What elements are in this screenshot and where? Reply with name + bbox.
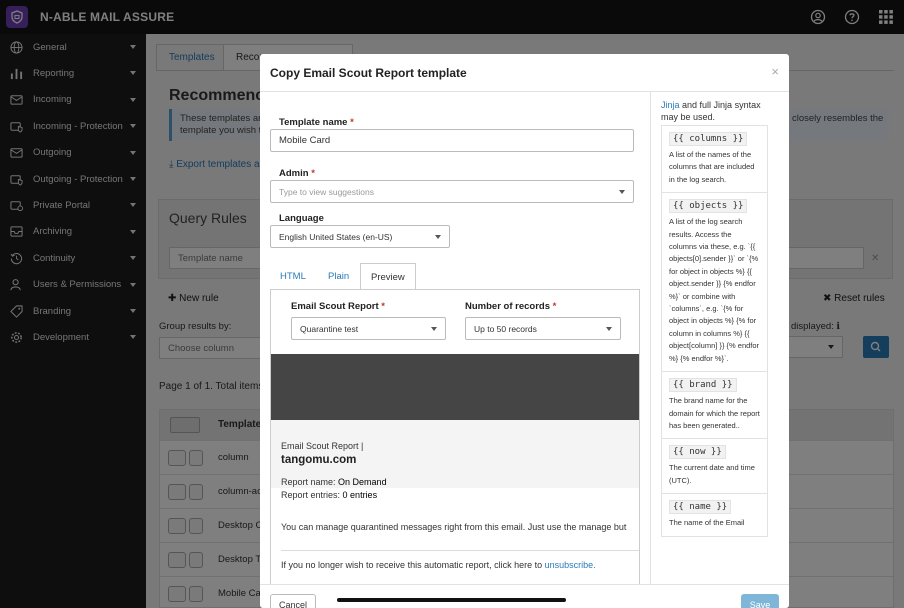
template-name-label: Template name * [279,117,354,128]
help-code: {{ columns }} [669,132,748,146]
format-tabs: HTML Plain Preview [270,263,640,290]
unsubscribe-text: If you no longer wish to receive this au… [281,560,543,570]
language-label: Language [279,213,324,224]
records-select[interactable]: Up to 50 records [465,317,621,340]
report-name-value: On Demand [338,477,387,487]
preview-panel: Email Scout Report * Quarantine test Num… [270,290,640,584]
report-label: Email Scout Report * [291,301,385,312]
label-text: Template name [279,117,348,128]
help-intro: Jinja and full Jinja syntax may be used. [661,99,779,123]
help-desc: A list of the log search results. Access… [669,217,760,363]
tab-plain[interactable]: Plain [318,263,359,290]
template-name-input[interactable]: Mobile Card [270,129,634,152]
help-list: {{ columns }} A list of the names of the … [661,125,768,537]
admin-label: Admin * [279,168,315,179]
preview-report-name: Report name: On Demand [281,477,387,487]
label-text: Email Scout Report [291,301,379,312]
tab-preview[interactable]: Preview [360,263,416,290]
modal-title: Copy Email Scout Report template [270,66,467,80]
help-item: {{ name }} The name of the Email [662,494,767,537]
email-header-banner [271,354,639,420]
preview-report-entries: Report entries: 0 entries [281,490,377,500]
help-code: {{ brand }} [669,378,737,393]
help-desc: A list of the names of the columns that … [669,150,755,184]
report-value: Quarantine test [300,323,359,334]
report-name-label: Report name: [281,477,336,487]
copy-template-modal: Copy Email Scout Report template × Templ… [260,54,789,608]
help-item: {{ objects }} A list of the log search re… [662,193,767,373]
label-text: Number of records [465,301,550,312]
unsubscribe-link[interactable]: unsubscribe. [545,560,596,570]
jinja-link[interactable]: Jinja [661,100,680,110]
help-code: {{ name }} [669,500,732,515]
help-item: {{ columns }} A list of the names of the … [662,126,767,194]
report-entries-value: 0 entries [342,490,378,500]
help-item: {{ now }} The current date and time (UTC)… [662,439,767,495]
help-desc: The current date and time (UTC). [669,463,755,485]
report-entries-label: Report entries: [281,490,341,500]
report-select[interactable]: Quarantine test [291,317,446,340]
chevron-down-icon [431,326,437,331]
help-sidebar: Jinja and full Jinja syntax may be used.… [650,92,789,584]
help-code: {{ objects }} [669,199,748,214]
records-label: Number of records * [465,301,557,312]
home-indicator [337,598,566,602]
preview-title-line: Email Scout Report | [281,441,364,451]
language-select[interactable]: English United States (en-US) [270,225,450,248]
admin-placeholder: Type to view suggestions [279,186,374,197]
preview-manage-text: You can manage quarantined messages righ… [281,522,627,532]
admin-select[interactable]: Type to view suggestions [270,180,634,203]
save-button[interactable]: Save [741,594,779,608]
help-desc: The brand name for the domain for which … [669,396,760,430]
chevron-down-icon [619,189,625,194]
cancel-button[interactable]: Cancel [270,594,316,608]
tab-html[interactable]: HTML [270,263,316,290]
close-icon[interactable]: × [771,64,779,79]
preview-unsubscribe-text: If you no longer wish to receive this au… [281,560,596,570]
chevron-down-icon [435,234,441,239]
chevron-down-icon [606,326,612,331]
help-code: {{ now }} [669,445,726,460]
preview-domain: tangomu.com [281,454,357,466]
language-value: English United States (en-US) [279,231,393,242]
label-text: Admin [279,168,309,179]
help-item: {{ brand }} The brand name for the domain… [662,372,767,440]
records-value: Up to 50 records [474,323,537,334]
help-desc: The name of the Email [669,518,745,528]
